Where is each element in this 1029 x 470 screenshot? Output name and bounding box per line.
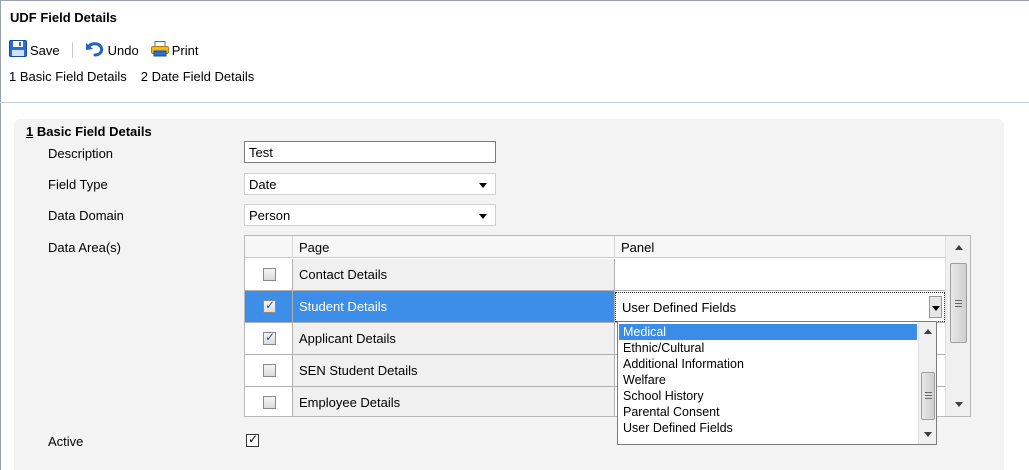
row-check-cell[interactable] <box>245 259 293 290</box>
row-checkbox[interactable] <box>263 298 276 313</box>
print-button[interactable]: Print <box>150 40 199 60</box>
data-domain-label: Data Domain <box>48 208 124 223</box>
dropdown-option[interactable]: Medical <box>619 324 917 340</box>
description-field[interactable]: Test <box>244 141 496 163</box>
scroll-up-icon[interactable] <box>924 329 932 334</box>
toolbar-separator <box>71 42 73 58</box>
grip-line <box>925 398 932 399</box>
undo-label: Undo <box>107 42 139 58</box>
header-check-column <box>245 236 293 258</box>
grip-line <box>955 300 962 301</box>
undo-button[interactable]: Undo <box>85 40 139 60</box>
scroll-thumb[interactable] <box>950 263 967 343</box>
data-domain-value: Person <box>249 208 291 223</box>
row-checkbox[interactable] <box>263 330 276 345</box>
row-page: Student Details <box>293 291 615 322</box>
description-label: Description <box>48 146 114 161</box>
save-label: Save <box>30 42 60 58</box>
header-panel[interactable]: Panel <box>615 236 945 258</box>
panel-select-value: User Defined Fields <box>622 300 737 315</box>
scroll-up-icon[interactable] <box>955 245 963 250</box>
dropdown-option[interactable]: School History <box>619 388 917 404</box>
header-divider <box>0 102 1029 103</box>
row-checkbox[interactable] <box>263 268 276 281</box>
grip-line <box>955 306 962 307</box>
dropdown-scrollbar[interactable] <box>918 322 936 444</box>
data-areas-label: Data Area(s) <box>48 240 121 255</box>
table-row[interactable]: Contact Details <box>245 259 945 291</box>
scroll-thumb[interactable] <box>921 372 935 420</box>
panel-title: 1 Basic Field Details <box>26 124 152 139</box>
section-links: 1 Basic Field Details 2 Date Field Detai… <box>9 69 268 84</box>
grid-header: Page Panel <box>245 236 945 258</box>
floppy-disk-icon <box>9 40 30 60</box>
grid-scrollbar[interactable] <box>945 236 970 416</box>
save-button[interactable]: Save <box>9 40 60 60</box>
row-page: SEN Student Details <box>293 355 615 386</box>
row-page: Applicant Details <box>293 323 615 354</box>
field-type-label: Field Type <box>48 177 108 192</box>
section-link-date[interactable]: 2 Date Field Details <box>141 69 254 84</box>
panel-dropdown-list: Medical Ethnic/Cultural Additional Infor… <box>617 321 937 445</box>
scroll-down-icon[interactable] <box>955 402 963 407</box>
dropdown-option[interactable]: User Defined Fields <box>619 420 917 436</box>
dropdown-option[interactable]: Ethnic/Cultural <box>619 340 917 356</box>
section-link-basic[interactable]: 1 Basic Field Details <box>9 69 127 84</box>
dropdown-option[interactable]: Welfare <box>619 372 917 388</box>
dropdown-option[interactable]: Parental Consent <box>619 404 917 420</box>
data-domain-select[interactable]: Person <box>244 204 496 226</box>
field-type-select[interactable]: Date <box>244 173 496 195</box>
printer-icon <box>150 40 172 60</box>
row-panel[interactable] <box>615 259 945 290</box>
row-check-cell[interactable] <box>245 323 293 354</box>
print-label: Print <box>171 42 199 58</box>
active-label: Active <box>48 434 84 449</box>
grip-line <box>955 303 962 304</box>
dropdown-option[interactable]: Additional Information <box>619 356 917 372</box>
grip-line <box>925 395 932 396</box>
active-checkbox[interactable] <box>246 432 259 447</box>
dropdown-arrow-icon[interactable] <box>929 296 942 318</box>
chevron-down-icon <box>479 214 487 219</box>
row-page: Contact Details <box>293 259 615 290</box>
row-checkbox[interactable] <box>263 364 276 377</box>
panel-title-text: Basic Field Details <box>33 124 152 139</box>
chevron-down-icon <box>479 183 487 188</box>
header-page[interactable]: Page <box>293 236 615 258</box>
undo-arrow-icon <box>85 40 108 60</box>
field-type-value: Date <box>249 177 277 192</box>
grip-line <box>925 392 932 393</box>
row-checkbox[interactable] <box>263 396 276 409</box>
scroll-down-icon[interactable] <box>924 432 932 437</box>
toolbar: Save Undo Print <box>9 39 210 61</box>
row-page: Employee Details <box>293 387 615 416</box>
window-title: UDF Field Details <box>10 10 117 25</box>
panel-select[interactable]: User Defined Fields <box>615 292 945 322</box>
row-check-cell[interactable] <box>245 387 293 416</box>
row-check-cell[interactable] <box>245 355 293 386</box>
row-check-cell[interactable] <box>245 291 293 322</box>
